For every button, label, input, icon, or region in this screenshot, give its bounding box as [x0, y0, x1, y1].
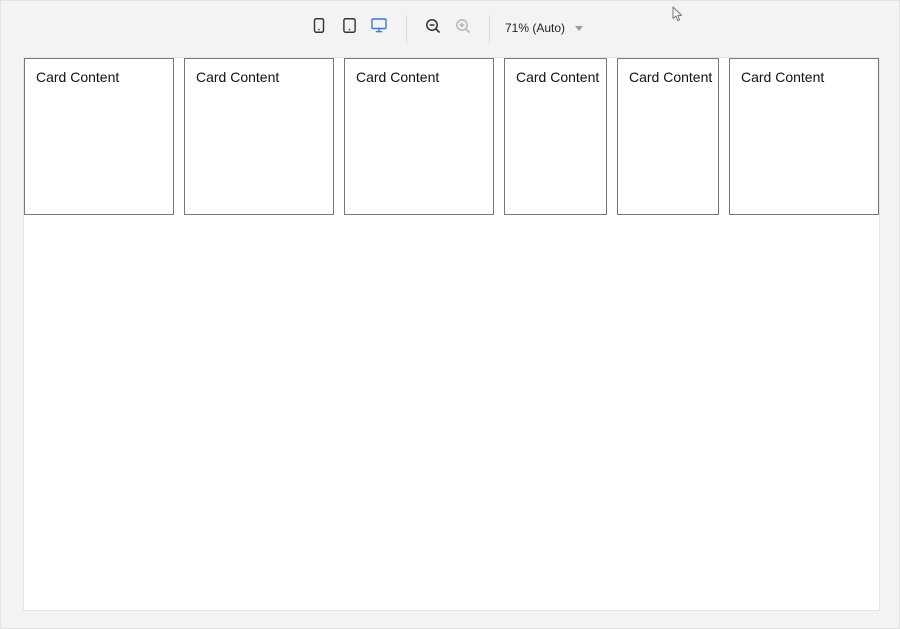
chevron-down-icon: [575, 26, 583, 31]
card-content-text: Card Content: [356, 69, 440, 85]
card: Card Content: [729, 58, 879, 215]
zoom-level-select[interactable]: 71% (Auto): [497, 17, 597, 39]
tablet-icon: [342, 18, 356, 38]
preview-toolbar: 71% (Auto): [1, 1, 899, 57]
card: Card Content: [344, 58, 494, 215]
card: Card Content: [504, 58, 607, 215]
card-content-text: Card Content: [36, 69, 120, 85]
zoom-level-label: 71% (Auto): [505, 21, 566, 35]
card-content-text: Card Content: [629, 69, 713, 85]
preview-window: 71% (Auto) Card Content Card Content Car…: [0, 0, 900, 629]
mobile-view-button[interactable]: [308, 17, 330, 39]
zoom-out-button[interactable]: [422, 17, 444, 39]
preview-canvas: Card Content Card Content Card Content C…: [23, 57, 880, 611]
card: Card Content: [24, 58, 174, 215]
card: Card Content: [617, 58, 719, 215]
toolbar-divider: [489, 15, 490, 43]
card-content-text: Card Content: [516, 69, 600, 85]
mouse-cursor-icon: [672, 6, 684, 22]
mobile-icon: [313, 18, 325, 38]
card-content-text: Card Content: [196, 69, 280, 85]
zoom-out-icon: [425, 18, 441, 39]
card: Card Content: [184, 58, 334, 215]
tablet-view-button[interactable]: [338, 17, 360, 39]
zoom-in-icon: [455, 18, 471, 39]
desktop-view-button[interactable]: [368, 17, 390, 39]
card-content-text: Card Content: [741, 69, 825, 85]
toolbar-divider: [406, 15, 407, 43]
zoom-in-button[interactable]: [452, 17, 474, 39]
desktop-icon: [371, 18, 387, 38]
